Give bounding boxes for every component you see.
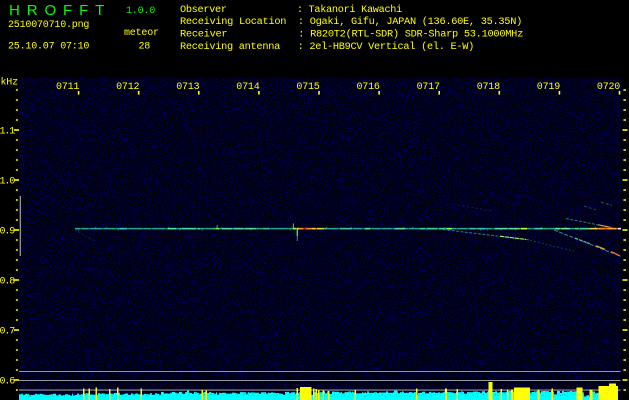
svg-text:0720: 0720: [597, 82, 620, 93]
svg-text:0715: 0715: [296, 82, 319, 93]
svg-text:0.9: 0.9: [0, 227, 15, 238]
svg-text:0716: 0716: [357, 82, 380, 93]
svg-text:1.0.0: 1.0.0: [126, 6, 155, 17]
svg-text:1.1: 1.1: [0, 127, 15, 138]
svg-text:0.7: 0.7: [0, 327, 15, 338]
svg-text:25.10.07 07:10: 25.10.07 07:10: [8, 42, 89, 53]
svg-text:0719: 0719: [537, 82, 560, 93]
svg-text:0.6: 0.6: [0, 377, 15, 388]
svg-text:Receiver : R820T2(R: Receiver : R820T2(RTL-SDR) SDR-Sharp 53.…: [180, 29, 523, 41]
svg-text:0718: 0718: [477, 82, 500, 93]
svg-text:Observer : Takanori: Observer : Takanori Kawachi: [180, 4, 402, 16]
svg-text:1.0: 1.0: [0, 177, 15, 188]
svg-text:0711: 0711: [56, 82, 79, 93]
svg-text:kHz: kHz: [1, 77, 19, 89]
svg-text:Receiving Location : Ogaki, G: Receiving Location : Ogaki, Gifu, JAPAN …: [180, 16, 522, 28]
svg-text:0714: 0714: [236, 82, 259, 93]
svg-text:0712: 0712: [116, 82, 139, 93]
svg-text:Receiving antenna : 2el-HB9C: Receiving antenna : 2el-HB9CV Vertical (…: [180, 41, 474, 53]
svg-text:0713: 0713: [176, 82, 199, 93]
svg-text:HROFFT: HROFFT: [9, 2, 111, 19]
svg-text:2510070710.png: 2510070710.png: [8, 20, 89, 31]
svg-text:28: 28: [139, 42, 151, 53]
svg-text:0.8: 0.8: [0, 277, 15, 288]
svg-text:0717: 0717: [417, 82, 440, 93]
svg-text:meteor: meteor: [124, 28, 159, 39]
